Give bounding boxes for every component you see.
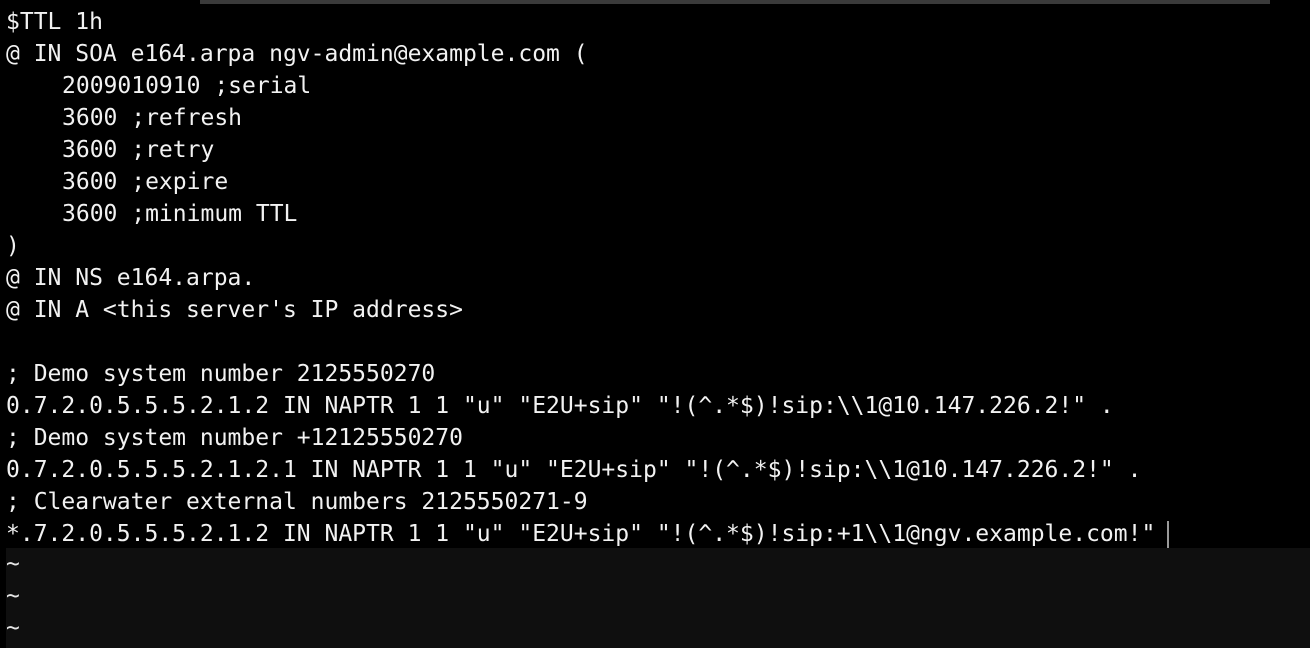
comment-line: ; Demo system number 2125550270 (6, 361, 436, 387)
empty-line-marker: ~ (6, 583, 20, 609)
editor-line: 3600 ;retry (62, 137, 215, 163)
naptr-record-line: 0.7.2.0.5.5.5.2.1.2.1 IN NAPTR 1 1 "u" "… (6, 457, 1142, 483)
editor-line: @ IN A <this server's IP address> (6, 297, 463, 323)
horizontal-scrollbar[interactable] (200, 0, 1270, 4)
editor-line: @ IN NS e164.arpa. (6, 265, 256, 291)
empty-line-marker: ~ (6, 551, 20, 577)
comment-line: ; Clearwater external numbers 2125550271… (6, 489, 588, 515)
empty-buffer-area: ~ ~ ~ (6, 548, 1310, 648)
naptr-record-line: *.7.2.0.5.5.5.2.1.2 IN NAPTR 1 1 "u" "E2… (6, 521, 1156, 547)
editor-line: 3600 ;minimum TTL (62, 201, 298, 227)
editor-line: 2009010910 ;serial (62, 73, 312, 99)
comment-line: ; Demo system number +12125550270 (6, 425, 463, 451)
editor-line: 3600 ;refresh (62, 105, 243, 131)
terminal-window[interactable]: $TTL 1h @ IN SOA e164.arpa ngv-admin@exa… (0, 0, 1310, 648)
editor-line: $TTL 1h (6, 9, 103, 35)
editor-buffer[interactable]: $TTL 1h @ IN SOA e164.arpa ngv-admin@exa… (6, 6, 1310, 550)
editor-line: ) (6, 233, 20, 259)
editor-line: @ IN SOA e164.arpa ngv-admin@example.com… (6, 41, 588, 67)
text-cursor (1167, 520, 1170, 549)
naptr-record-line: 0.7.2.0.5.5.5.2.1.2 IN NAPTR 1 1 "u" "E2… (6, 393, 1114, 419)
current-line[interactable]: *.7.2.0.5.5.5.2.1.2 IN NAPTR 1 1 "u" "E2… (6, 518, 1310, 550)
editor-line: 3600 ;expire (62, 169, 229, 195)
empty-line-marker: ~ (6, 615, 20, 641)
